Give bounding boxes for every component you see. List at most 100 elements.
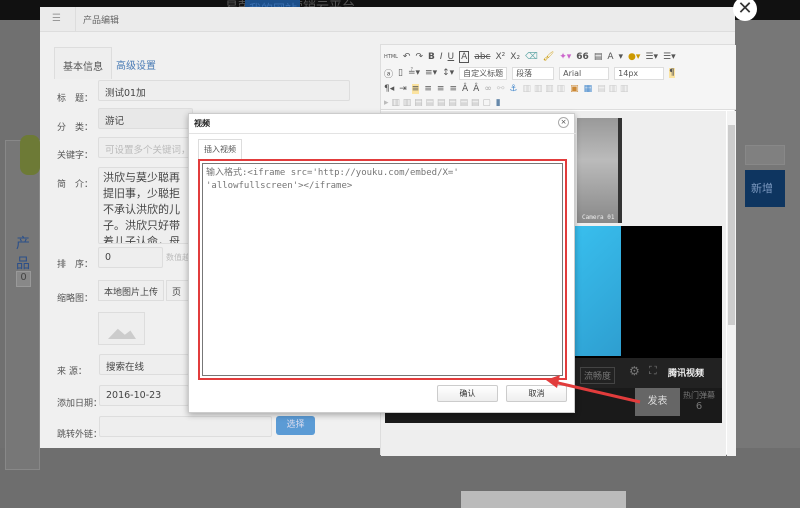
custom-title-select[interactable]: 自定义标题 xyxy=(459,66,508,80)
tencent-video-logo: 腾讯视频 xyxy=(668,369,705,379)
background-section-title: 产品 xyxy=(16,236,30,272)
video-dialog: 视频 × 插入视频 确认 取消 xyxy=(188,113,576,413)
android-icon xyxy=(20,135,40,175)
select-button[interactable]: 选择 xyxy=(276,416,315,435)
underline-button[interactable]: U xyxy=(448,52,455,62)
background-count: 0 xyxy=(16,271,31,287)
uppercase-icon[interactable]: Â xyxy=(462,84,468,94)
background-left: 产品 0 xyxy=(0,20,40,470)
html-source-button[interactable]: HTML xyxy=(384,54,398,60)
annotation-highlight xyxy=(198,159,567,380)
direction-rtl-icon[interactable]: ¶◂ xyxy=(384,84,394,94)
align-justify-icon[interactable]: ≡ xyxy=(449,84,457,94)
font-size-select[interactable]: 14px xyxy=(614,66,665,80)
date-label: 添加日期： xyxy=(57,399,103,409)
thumbnail-label: 缩略图： xyxy=(57,294,94,304)
paste-plain-icon[interactable]: ▤ xyxy=(594,52,603,62)
source-input[interactable]: 搜索在线 xyxy=(99,354,189,375)
lowercase-icon[interactable]: Â xyxy=(473,84,479,94)
dialog-close-button[interactable]: × xyxy=(558,117,569,128)
source-label: 来 源： xyxy=(57,367,87,377)
table-edit-icons[interactable]: ▸ ▥ ▥ ▤ ▤ ▤ ▤ ▤ ▤ ▢ xyxy=(384,98,491,108)
format-brush-icon[interactable]: 🖌 xyxy=(543,52,554,62)
background-select xyxy=(745,145,785,165)
title-label: 标 题： xyxy=(57,94,94,104)
undo-icon[interactable]: ↶ xyxy=(403,52,411,62)
tab-basic-info[interactable]: 基本信息 xyxy=(54,47,112,79)
category-label: 分 类： xyxy=(57,123,94,133)
hot-danmaku-count: 6 xyxy=(695,401,703,412)
anchor-icon[interactable]: ⚓ xyxy=(509,84,517,94)
keywords-input[interactable]: 可设置多个关键词，用 xyxy=(98,137,193,158)
subscript-button[interactable]: X₂ xyxy=(510,52,520,62)
sort-label: 排 序： xyxy=(57,260,94,270)
menu-icon[interactable]: ☰ xyxy=(52,13,61,24)
link-icon[interactable]: ∞ xyxy=(484,84,492,94)
tab-advanced-settings[interactable]: 高级设置 xyxy=(108,47,164,79)
auto-format-icon[interactable]: ✦▾ xyxy=(559,52,571,62)
title-input[interactable]: 测试01加 xyxy=(98,80,350,101)
video-embed-textarea[interactable] xyxy=(202,163,563,376)
keywords-label: 关键字： xyxy=(57,151,94,161)
direction-ltr-icon[interactable]: ¶ xyxy=(669,68,675,78)
blockquote-button[interactable]: 66 xyxy=(576,52,589,62)
background-panel xyxy=(5,140,40,470)
redo-icon[interactable]: ↷ xyxy=(415,52,423,62)
italic-button[interactable]: I xyxy=(440,52,443,62)
sort-hint: 数值越 xyxy=(166,253,190,262)
background-right xyxy=(735,20,800,448)
font-color-button[interactable]: A xyxy=(607,52,613,62)
editor-toolbar: HTML ↶ ↷ B I U A abc X² X₂ ⌫ 🖌 ✦▾ 66 ▤ A ▾… xyxy=(381,45,736,110)
image-align-icons[interactable]: ▥ ▥ ▥ ▥ xyxy=(522,84,565,94)
background-blue-button: 新增 xyxy=(745,170,785,207)
external-link-input[interactable] xyxy=(99,416,272,437)
intro-textarea[interactable]: 洪欣与莫少聪再提旧事，少聪拒不承认洪欣的儿子。洪欣只好带着儿子认命，母子俩尝尽生… xyxy=(98,167,193,244)
hot-danmaku: 热门弹幕 6 xyxy=(683,390,715,412)
unlink-icon[interactable]: ⚯ xyxy=(497,84,505,94)
superscript-button[interactable]: X² xyxy=(496,52,506,62)
page-break-icon[interactable]: ▮ xyxy=(496,98,501,108)
annotation-arrow xyxy=(546,375,641,404)
ordered-list-icon[interactable]: ☰▾ xyxy=(645,52,658,62)
indent-icon[interactable]: ⇥ xyxy=(399,84,407,94)
align-right-icon[interactable]: ≡ xyxy=(437,84,445,94)
align-left-icon[interactable]: ≡ xyxy=(411,84,420,94)
row-spacing-top-icon[interactable]: ≟▾ xyxy=(408,68,420,78)
divider xyxy=(189,133,576,134)
camera-image[interactable]: Camera 01 xyxy=(577,118,622,223)
horizontal-scrollbar[interactable] xyxy=(461,491,626,508)
row-spacing-bottom-icon[interactable]: ≡▾ xyxy=(425,68,437,78)
modal-title: 产品编辑 xyxy=(83,16,120,26)
local-upload-button[interactable]: 本地图片上传 xyxy=(98,280,165,301)
eraser-icon[interactable]: ⌫ xyxy=(525,52,538,62)
paragraph-select[interactable]: 段落 xyxy=(512,66,555,80)
category-select[interactable]: 游记 xyxy=(98,108,193,129)
dialog-title: 视频 xyxy=(194,119,210,128)
camera-caption: Camera 01 xyxy=(582,214,615,221)
insert-table-icon[interactable]: ▦ xyxy=(584,84,593,94)
fullscreen-icon[interactable]: ⛶ xyxy=(649,364,657,378)
bold-button[interactable]: B xyxy=(428,52,435,62)
strikethrough-button[interactable]: abc xyxy=(474,52,490,62)
highlight-color-icon[interactable]: ●▾ xyxy=(628,52,640,62)
editor-scrollbar[interactable] xyxy=(727,111,736,456)
select-all-icon[interactable]: ⓐ xyxy=(384,67,393,80)
date-input[interactable]: 2016-10-23 xyxy=(99,385,189,406)
clear-doc-icon[interactable]: ▯ xyxy=(398,68,403,78)
align-center-icon[interactable]: ≡ xyxy=(424,84,432,94)
font-border-button[interactable]: A xyxy=(459,51,470,63)
unordered-list-icon[interactable]: ☰▾ xyxy=(663,52,676,62)
line-height-icon[interactable]: ↕▾ xyxy=(442,68,454,78)
table-tools-icons[interactable]: ▤ ▥ ▥ xyxy=(597,84,628,94)
divider xyxy=(75,7,76,32)
hot-danmaku-label: 热门弹幕 xyxy=(683,391,715,400)
tab-insert-video[interactable]: 插入视频 xyxy=(198,139,242,159)
insert-image-icon[interactable]: ▣ xyxy=(570,84,579,94)
image-placeholder-icon[interactable] xyxy=(98,312,145,345)
sort-input[interactable]: 0 xyxy=(98,247,163,268)
font-family-select[interactable]: Arial xyxy=(559,66,610,80)
intro-label: 简 介： xyxy=(57,180,94,190)
external-link-label: 跳转外链： xyxy=(57,430,103,440)
confirm-button[interactable]: 确认 xyxy=(437,385,498,402)
modal-header: ☰ 产品编辑 xyxy=(40,7,735,32)
